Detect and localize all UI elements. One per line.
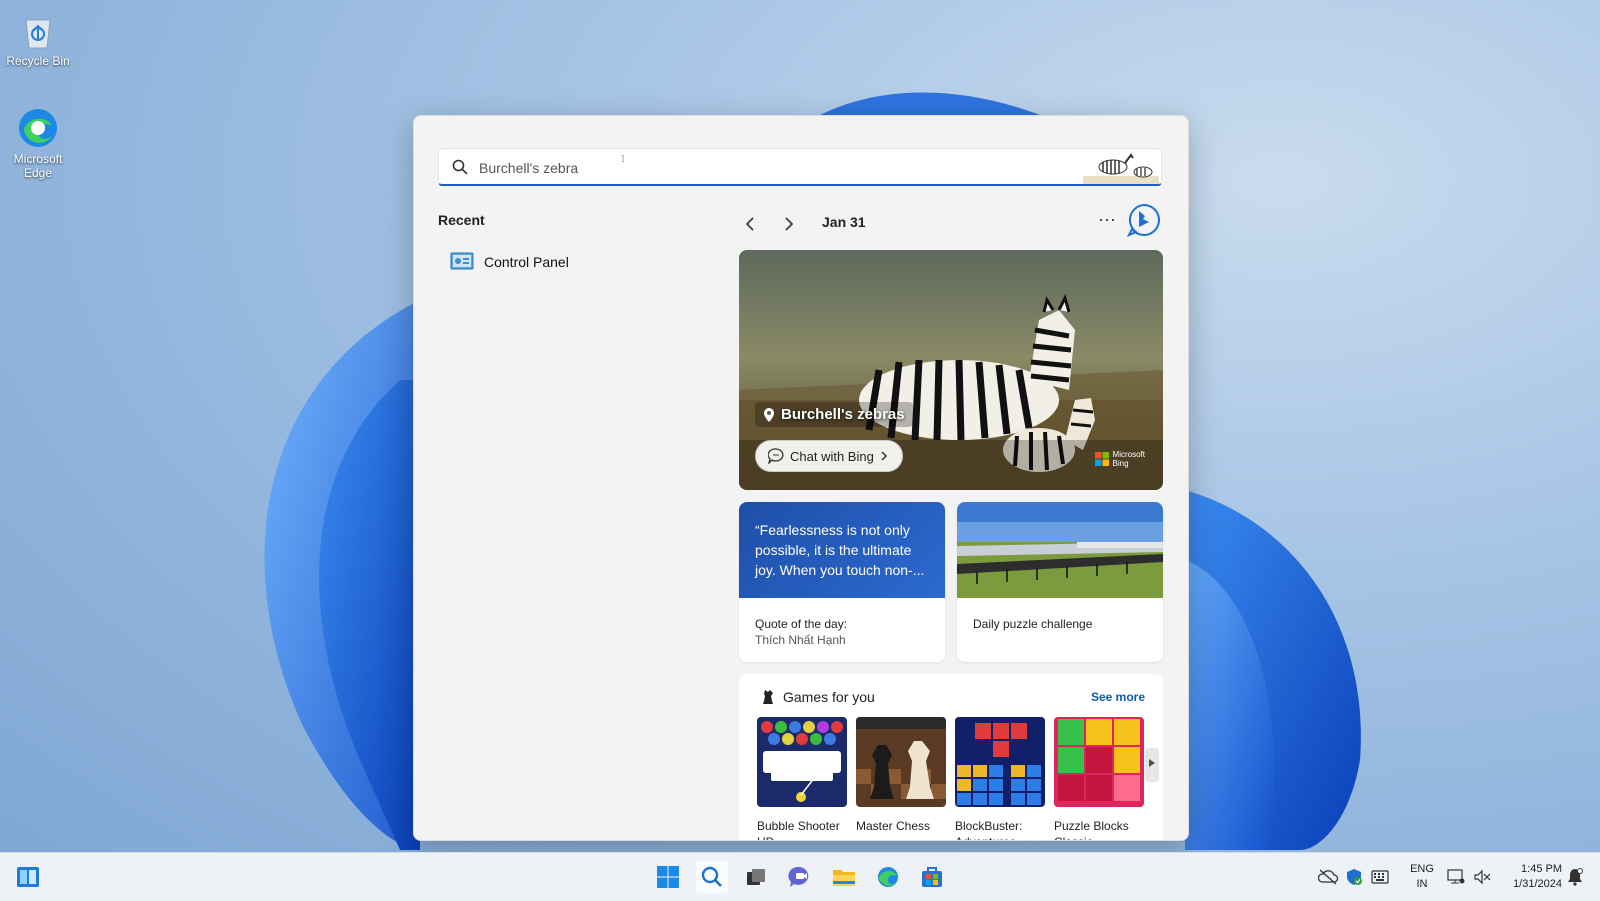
recent-item-control-panel[interactable]: Control Panel <box>444 246 575 278</box>
clock-time: 1:45 PM <box>1521 863 1562 875</box>
game-name: Bubble Shooter HD <box>757 819 840 840</box>
blockbuster-thumbnail <box>955 717 1045 807</box>
hero-title-text: Burchell's zebras <box>781 406 905 423</box>
file-explorer-icon <box>833 870 855 886</box>
shield-icon <box>1347 869 1362 885</box>
text-cursor-icon <box>622 155 624 162</box>
windows-logo-icon <box>657 866 679 888</box>
volume-button[interactable] <box>1472 867 1492 887</box>
highlight-hero-card[interactable]: Burchell's zebras Chat with Bing Microso… <box>739 250 1163 490</box>
task-view-button[interactable] <box>740 861 772 893</box>
control-panel-icon <box>450 252 474 270</box>
game-name: Puzzle Blocks Classic <box>1054 819 1129 840</box>
chess-piece-icon <box>763 690 773 704</box>
desktop-icon-recycle-bin[interactable]: Recycle Bin <box>0 8 76 68</box>
highlights-date: Jan 31 <box>822 214 866 230</box>
zebra-thumbnail-icon <box>1083 150 1159 184</box>
game-tile-bubble-shooter[interactable]: Bubble Shooter HD <box>757 717 847 840</box>
desktop-icon-label: Microsoft Edge <box>13 152 63 180</box>
bell-icon <box>1568 868 1583 886</box>
badge-line-2: Bing <box>1112 459 1129 468</box>
widgets-button[interactable] <box>12 861 44 893</box>
quote-text: “Fearlessness is not only possible, it i… <box>739 502 945 598</box>
daily-puzzle-card[interactable]: Daily puzzle challenge <box>957 502 1163 662</box>
chevron-left-icon <box>745 217 754 231</box>
quote-card-label: Quote of the day: <box>755 617 848 631</box>
widgets-icon <box>17 867 39 887</box>
microsoft-bing-badge: Microsoft Bing <box>1094 450 1145 468</box>
lang-line-1: ENG <box>1410 863 1434 875</box>
cloud-off-icon <box>1318 869 1338 885</box>
chevron-right-icon <box>881 451 887 461</box>
desktop-icon-edge[interactable]: Microsoft Edge <box>0 106 76 180</box>
search-box[interactable] <box>438 148 1162 186</box>
game-tile-blockbuster[interactable]: BlockBuster: Adventures ... <box>955 717 1045 840</box>
recent-item-label: Control Panel <box>484 254 569 270</box>
input-language-indicator[interactable]: ENG IN <box>1408 862 1436 892</box>
hero-location-title[interactable]: Burchell's zebras <box>755 402 913 427</box>
puzzle-landscape-image <box>957 502 1163 598</box>
network-button[interactable] <box>1446 867 1466 887</box>
teams-chat-icon <box>788 866 809 887</box>
desktop-icon-label: Recycle Bin <box>6 54 70 68</box>
badge-line-1: Microsoft <box>1112 450 1145 459</box>
previous-day-button[interactable] <box>739 213 761 235</box>
game-tile-puzzle-blocks[interactable]: Puzzle Blocks Classic <box>1054 717 1144 840</box>
microsoft-store-button[interactable] <box>916 861 948 893</box>
caret-right-icon <box>1149 759 1155 767</box>
task-view-icon <box>747 869 765 885</box>
quote-author: Thích Nhất Hạnh <box>755 633 846 647</box>
see-more-link[interactable]: See more <box>1091 690 1145 704</box>
start-button[interactable] <box>652 861 684 893</box>
game-name: BlockBuster: Adventures ... <box>955 819 1029 840</box>
clock-date: 1/31/2024 <box>1513 878 1562 890</box>
touch-keyboard-button[interactable] <box>1370 867 1390 887</box>
search-input[interactable] <box>477 155 1041 181</box>
speaker-muted-icon <box>1474 869 1491 885</box>
search-panel: Recent Control Panel Jan 31 ··· <box>413 115 1189 841</box>
chat-bubble-icon <box>768 448 784 464</box>
quote-of-the-day-card[interactable]: “Fearlessness is not only possible, it i… <box>739 502 945 662</box>
recent-heading: Recent <box>438 212 485 228</box>
games-section: Games for you See more Bubble Shooter HD <box>739 674 1163 840</box>
more-options-button[interactable]: ··· <box>1094 208 1120 234</box>
edge-taskbar-button[interactable] <box>872 861 904 893</box>
taskbar: ENG IN 1:45 PM 1/31/2024 <box>0 852 1600 901</box>
system-clock[interactable]: 1:45 PM 1/31/2024 <box>1500 862 1562 892</box>
recycle-bin-icon <box>16 8 60 52</box>
microsoft-store-icon <box>922 867 942 887</box>
bubble-shooter-thumbnail <box>757 717 847 807</box>
chat-with-bing-label: Chat with Bing <box>790 448 874 464</box>
next-day-button[interactable] <box>778 213 800 235</box>
security-status-icon[interactable] <box>1344 867 1364 887</box>
network-icon <box>1447 869 1465 884</box>
games-scroll-right-button[interactable] <box>1145 748 1159 782</box>
search-icon <box>701 866 722 887</box>
puzzle-blocks-thumbnail <box>1054 717 1144 807</box>
file-explorer-button[interactable] <box>828 861 860 893</box>
search-taskbar-button[interactable] <box>696 861 728 893</box>
puzzle-card-label: Daily puzzle challenge <box>973 617 1093 631</box>
games-heading: Games for you <box>783 689 875 705</box>
teams-chat-button[interactable] <box>784 861 816 893</box>
location-pin-icon <box>764 407 774 422</box>
lang-line-2: IN <box>1416 878 1428 890</box>
bing-chat-button[interactable] <box>1127 203 1161 237</box>
game-name: Master Chess <box>856 819 931 833</box>
chevron-right-icon <box>785 217 794 231</box>
search-icon <box>452 159 468 175</box>
game-tile-master-chess[interactable]: Master Chess <box>856 717 946 834</box>
keyboard-icon <box>1371 870 1389 884</box>
edge-icon <box>16 106 60 150</box>
notifications-button[interactable] <box>1565 867 1585 887</box>
edge-icon <box>878 867 898 887</box>
microsoft-logo-icon <box>1094 452 1109 466</box>
master-chess-thumbnail <box>856 717 946 807</box>
chat-with-bing-button[interactable]: Chat with Bing <box>755 440 903 472</box>
onedrive-offline-icon[interactable] <box>1318 867 1338 887</box>
